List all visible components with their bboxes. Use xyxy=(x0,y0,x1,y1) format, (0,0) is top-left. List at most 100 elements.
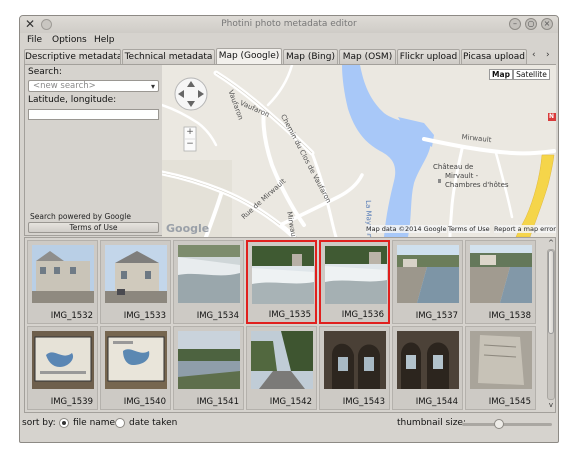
thumbnail-caption: IMG_1545 xyxy=(488,397,531,407)
report-map-error-link[interactable]: Report a map error xyxy=(494,225,556,233)
sort-date-taken-radio[interactable] xyxy=(115,418,125,428)
thumbnail-image xyxy=(105,245,167,303)
thumbnail-image xyxy=(178,331,240,389)
tab-map-google[interactable]: Map (Google) xyxy=(216,48,282,64)
window-title: Photini photo metadata editor xyxy=(221,19,357,29)
menu-bar: File Options Help xyxy=(20,34,558,48)
thumbnail-image xyxy=(252,246,314,304)
menu-help[interactable]: Help xyxy=(94,35,115,45)
sort-file-name-radio[interactable] xyxy=(59,418,69,428)
map-label-chateau-3: Chambres d'hôtes xyxy=(445,181,509,189)
map-data-attribution: Map data ©2014 Google xyxy=(366,225,447,233)
thumbnail-caption: IMG_1543 xyxy=(342,397,385,407)
powered-by-text: Search powered by Google xyxy=(30,212,131,221)
thumbnail-caption: IMG_1538 xyxy=(488,311,531,321)
tab-flickr-upload[interactable]: Flickr upload xyxy=(397,49,460,64)
thumbnail-img-1545[interactable]: IMG_1545 xyxy=(465,326,536,410)
terms-of-use-button[interactable]: Terms of Use xyxy=(28,222,159,233)
sort-by-label: sort by: xyxy=(22,418,56,428)
tab-map-bing[interactable]: Map (Bing) xyxy=(283,49,338,64)
latlng-label: Latitude, longitude: xyxy=(28,95,117,105)
search-panel: Search: <new search> ▾ Latitude, longitu… xyxy=(25,65,162,235)
gallery-scrollbar[interactable]: ^ v xyxy=(546,238,555,412)
thumbnail-img-1535[interactable]: IMG_1535 xyxy=(246,240,317,324)
map-label-chateau-2: Mirvault - xyxy=(445,172,479,180)
menu-file[interactable]: File xyxy=(27,35,42,45)
thumbnail-image xyxy=(251,331,313,389)
tab-descriptive-metadata[interactable]: Descriptive metadata xyxy=(24,49,121,64)
thumbnail-size-slider[interactable] xyxy=(462,419,552,429)
thumbnail-img-1539[interactable]: IMG_1539 xyxy=(27,326,98,410)
thumbnail-img-1536[interactable]: IMG_1536 xyxy=(319,240,390,324)
tab-bar: Descriptive metadata Technical metadata … xyxy=(20,48,558,64)
thumbnail-image xyxy=(470,245,532,303)
thumbnail-img-1541[interactable]: IMG_1541 xyxy=(173,326,244,410)
thumbnail-caption: IMG_1544 xyxy=(415,397,458,407)
thumbnail-img-1544[interactable]: IMG_1544 xyxy=(392,326,463,410)
title-bar[interactable]: ✕ Photini photo metadata editor – ○ × xyxy=(20,16,558,33)
scroll-up-icon[interactable]: ^ xyxy=(546,239,555,248)
sort-file-name-label[interactable]: file name xyxy=(73,418,115,428)
tab-map-osm[interactable]: Map (OSM) xyxy=(339,49,396,64)
thumbnail-caption: IMG_1532 xyxy=(50,311,93,321)
thumbnail-size-label: thumbnail size: xyxy=(397,418,466,428)
thumbnail-image xyxy=(32,331,94,389)
google-map[interactable]: Map Satellite + − Vaufaron Vaufaron Chem… xyxy=(162,65,556,237)
thumbnail-caption: IMG_1540 xyxy=(123,397,166,407)
thumbnail-image xyxy=(397,331,459,389)
thumbnail-image xyxy=(32,245,94,303)
thumbnail-caption: IMG_1534 xyxy=(196,311,239,321)
thumbnail-caption: IMG_1537 xyxy=(415,311,458,321)
search-placeholder: <new search> xyxy=(33,81,96,91)
map-terms-link[interactable]: Terms of Use xyxy=(448,225,490,233)
thumbnail-caption: IMG_1533 xyxy=(123,311,166,321)
latlng-input[interactable] xyxy=(28,109,159,120)
thumbnail-image xyxy=(324,331,386,389)
thumbnail-img-1532[interactable]: IMG_1532 xyxy=(27,240,98,324)
map-canvas xyxy=(162,65,556,237)
close-button[interactable]: × xyxy=(541,18,553,30)
map-tab-panel: Search: <new search> ▾ Latitude, longitu… xyxy=(24,64,556,237)
tab-technical-metadata[interactable]: Technical metadata xyxy=(122,49,215,64)
map-type-map-button[interactable]: Map xyxy=(489,69,513,80)
menu-options[interactable]: Options xyxy=(52,35,87,45)
search-label: Search: xyxy=(28,67,62,77)
thumbnail-img-1538[interactable]: IMG_1538 xyxy=(465,240,536,324)
chevron-down-icon[interactable]: ▾ xyxy=(151,81,155,92)
zoom-out-button[interactable]: − xyxy=(184,139,196,149)
map-type-satellite-button[interactable]: Satellite xyxy=(513,69,550,80)
thumbnail-img-1537[interactable]: IMG_1537 xyxy=(392,240,463,324)
search-combobox[interactable]: <new search> ▾ xyxy=(28,80,159,92)
tab-scroll-left-icon[interactable]: ‹ xyxy=(532,50,536,60)
thumbnail-img-1534[interactable]: IMG_1534 xyxy=(173,240,244,324)
slider-handle[interactable] xyxy=(494,419,504,429)
google-logo: Google xyxy=(166,222,210,235)
map-label-chateau-1: Château de xyxy=(433,163,474,171)
thumbnail-image xyxy=(325,246,387,304)
thumbnail-caption: IMG_1542 xyxy=(269,397,312,407)
thumbnail-img-1540[interactable]: IMG_1540 xyxy=(100,326,171,410)
scroll-thumb[interactable] xyxy=(548,250,554,334)
thumbnail-img-1543[interactable]: IMG_1543 xyxy=(319,326,390,410)
sort-date-taken-label[interactable]: date taken xyxy=(129,418,177,428)
maximize-button[interactable]: ○ xyxy=(525,18,537,30)
image-gallery[interactable]: IMG_1532 IMG_1533 IMG_1534 IMG_1535 IMG_1536… xyxy=(24,237,556,413)
minimize-button[interactable]: – xyxy=(509,18,521,30)
tab-scroll-right-icon[interactable]: › xyxy=(546,50,550,60)
thumbnail-caption: IMG_1536 xyxy=(341,310,384,320)
thumbnail-img-1542[interactable]: IMG_1542 xyxy=(246,326,317,410)
app-window: ✕ Photini photo metadata editor – ○ × Fi… xyxy=(19,15,559,443)
thumbnail-image xyxy=(470,331,532,389)
thumbnail-image xyxy=(178,245,240,303)
thumbnail-img-1533[interactable]: IMG_1533 xyxy=(100,240,171,324)
tab-picasa-upload[interactable]: Picasa upload xyxy=(461,49,527,64)
status-bar: sort by: file name date taken thumbnail … xyxy=(20,415,558,431)
thumbnail-caption: IMG_1541 xyxy=(196,397,239,407)
scroll-track[interactable] xyxy=(547,249,555,400)
road-badge: N xyxy=(549,113,555,120)
thumbnail-caption: IMG_1535 xyxy=(268,310,311,320)
thumbnail-caption: IMG_1539 xyxy=(50,397,93,407)
zoom-in-button[interactable]: + xyxy=(184,127,196,137)
scroll-down-icon[interactable]: v xyxy=(546,401,555,410)
thumbnail-image xyxy=(397,245,459,303)
